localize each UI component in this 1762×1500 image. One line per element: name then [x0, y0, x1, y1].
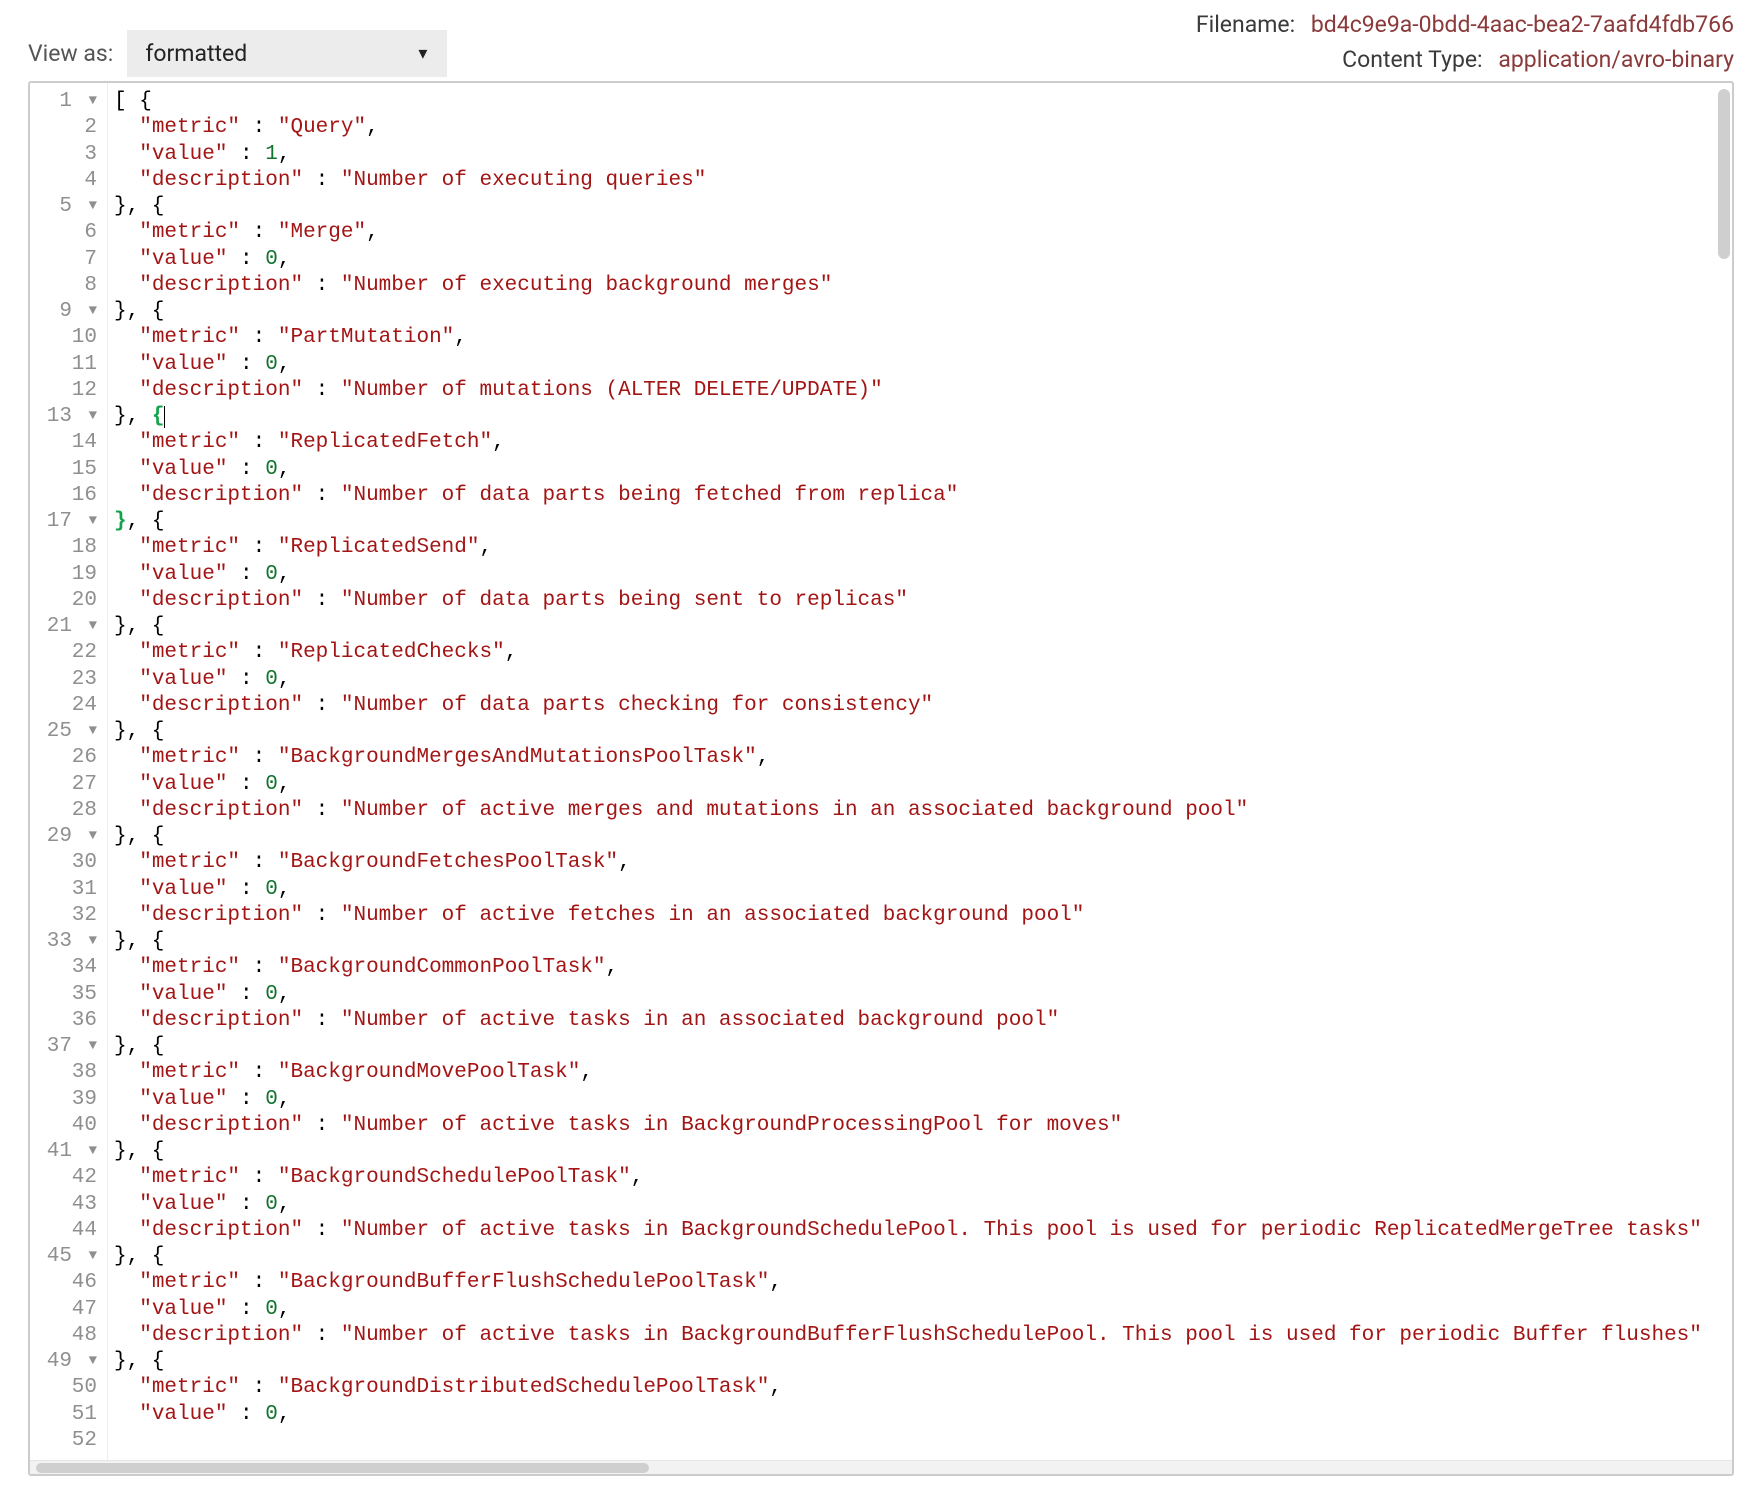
- line-number-gutter: 1 ▼2345 ▼6789 ▼10111213 ▼14151617 ▼18192…: [30, 83, 108, 1460]
- horizontal-scrollbar-track[interactable]: [30, 1460, 1732, 1474]
- code-content[interactable]: [ { "metric" : "Query", "value" : 1, "de…: [108, 83, 1732, 1460]
- horizontal-scrollbar-thumb[interactable]: [36, 1463, 649, 1473]
- content-type-value: application/avro-binary: [1498, 46, 1734, 73]
- vertical-scrollbar[interactable]: [1718, 89, 1730, 259]
- code-editor[interactable]: 1 ▼2345 ▼6789 ▼10111213 ▼14151617 ▼18192…: [28, 81, 1734, 1476]
- header: View as: formatted ▾ Filename: bd4c9e9a-…: [28, 8, 1734, 77]
- file-metadata: Filename: bd4c9e9a-0bdd-4aac-bea2-7aafd4…: [1196, 8, 1734, 77]
- view-as-value: formatted: [145, 40, 247, 67]
- view-as-dropdown[interactable]: formatted ▾: [127, 30, 447, 77]
- filename-value: bd4c9e9a-0bdd-4aac-bea2-7aafd4fdb766: [1311, 11, 1734, 38]
- chevron-down-icon: ▾: [418, 43, 427, 64]
- view-as-label: View as:: [28, 40, 113, 67]
- filename-label: Filename:: [1196, 11, 1295, 38]
- content-type-label: Content Type:: [1342, 46, 1482, 73]
- view-as-control: View as: formatted ▾: [28, 30, 447, 77]
